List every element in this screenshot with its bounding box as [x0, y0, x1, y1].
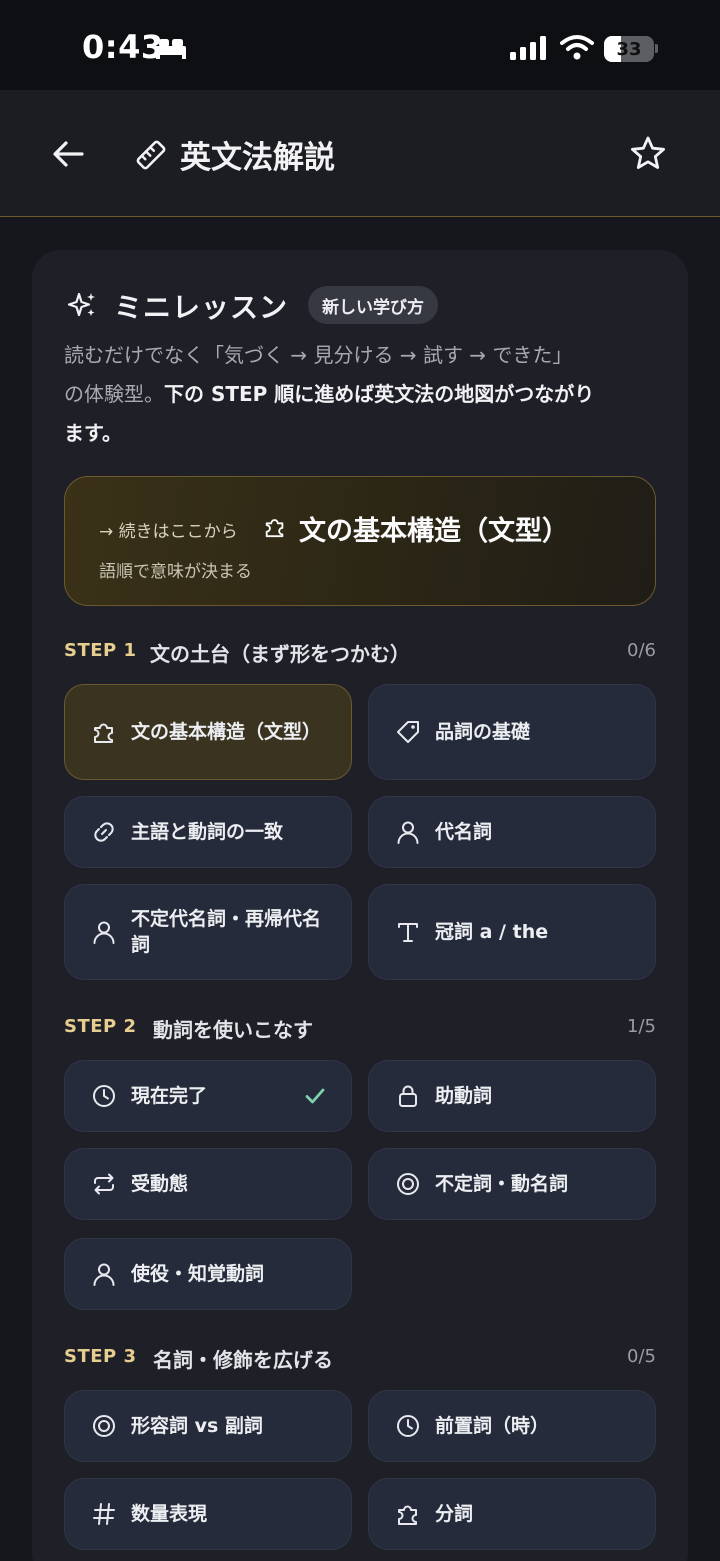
status-bar: 0:43 33 [0, 0, 720, 90]
topic-label: 数量表現 [131, 1503, 208, 1525]
card-title: ミニレッスン [114, 291, 289, 324]
topic-infinitives-gerunds[interactable]: 不定詞・動名詞 [368, 1148, 656, 1220]
topic-subject-verb-agreement[interactable]: 主語と動詞の一致 [64, 796, 352, 868]
hash-icon [93, 1503, 115, 1525]
intro-line-3: ます。 [64, 414, 664, 453]
topic-indefinite-reflexive-pronouns[interactable]: 不定代名詞・再帰代名詞 [64, 884, 352, 980]
topic-label: 前置詞（時） [435, 1415, 550, 1437]
topic-label: 不定代名詞・再帰代名詞 [131, 908, 322, 956]
repeat-icon [94, 1173, 114, 1195]
intro-line-1: 読むだけでなく「気づく → 見分ける → 試す → できた」 [64, 343, 573, 367]
topic-parts-of-speech[interactable]: 品詞の基礎 [368, 684, 656, 780]
favorite-star-button[interactable] [628, 134, 668, 174]
topic-label: 冠詞 a / the [435, 921, 549, 943]
target-icon [93, 1415, 115, 1437]
lock-icon [399, 1085, 417, 1107]
new-learning-badge: 新しい学び方 [308, 286, 438, 324]
topic-label: 主語と動詞の一致 [131, 821, 284, 843]
continue-lead: → 続きはここから [99, 522, 238, 542]
topic-label: 現在完了 [131, 1085, 208, 1107]
person-icon [397, 821, 419, 844]
clock-icon [93, 1085, 115, 1107]
battery-percent: 33 [616, 38, 642, 60]
intro-text: 読むだけでなく「気づく → 見分ける → 試す → できた」 の体験型。下の S… [64, 336, 664, 453]
page-title: 英文法解説 [180, 140, 335, 176]
topic-adjective-vs-adverb[interactable]: 形容詞 vs 副詞 [64, 1390, 352, 1462]
app-header: 英文法解説 [0, 90, 720, 217]
step-title: 文の土台（まず形をつかむ） [150, 642, 410, 666]
topic-causative-perception-verbs[interactable]: 使役・知覚動詞 [64, 1238, 352, 1310]
topic-label: 不定詞・動名詞 [435, 1173, 569, 1195]
step-progress: 1/5 [627, 1016, 656, 1037]
intro-bold: 下の STEP 順に進めば英文法の地図がつながり [164, 382, 595, 406]
check-icon [305, 1088, 325, 1104]
link-icon [94, 822, 114, 842]
tag-icon [397, 721, 419, 743]
step-progress: 0/5 [627, 1346, 656, 1367]
topic-articles[interactable]: 冠詞 a / the [368, 884, 656, 980]
continue-subtitle: 語順で意味が決まる [99, 562, 252, 582]
topic-label: 代名詞 [435, 821, 493, 843]
topic-quantity-expressions[interactable]: 数量表現 [64, 1478, 352, 1550]
intro-plain: の体験型。 [64, 382, 164, 406]
signal-icon [510, 36, 546, 60]
topic-present-perfect[interactable]: 現在完了 [64, 1060, 352, 1132]
continue-lesson-card[interactable]: → 続きはここから 文の基本構造（文型） 語順で意味が決まる [64, 476, 656, 606]
step-3-header: STEP 3 名詞・修飾を広げる 0/5 [64, 1344, 656, 1374]
back-button[interactable] [48, 134, 88, 174]
mini-lesson-card: ミニレッスン 新しい学び方 読むだけでなく「気づく → 見分ける → 試す → … [32, 250, 688, 1561]
status-time: 0:43 [82, 28, 164, 66]
ruler-icon [136, 140, 166, 170]
topic-label: 文の基本構造（文型） [131, 721, 322, 743]
step-2-header: STEP 2 動詞を使いこなす 1/5 [64, 1014, 656, 1044]
topic-modal-verbs[interactable]: 助動詞 [368, 1060, 656, 1132]
topic-participles[interactable]: 分詞 [368, 1478, 656, 1550]
target-icon [397, 1173, 419, 1195]
battery-tip [655, 44, 658, 53]
clock-icon [397, 1415, 419, 1437]
topic-sentence-structure[interactable]: 文の基本構造（文型） [64, 684, 352, 780]
puzzle-icon [398, 1505, 417, 1525]
topic-passive-voice[interactable]: 受動態 [64, 1148, 352, 1220]
type-icon [398, 923, 418, 942]
topic-pronouns[interactable]: 代名詞 [368, 796, 656, 868]
puzzle-icon [265, 519, 284, 538]
topic-prepositions-time[interactable]: 前置詞（時） [368, 1390, 656, 1462]
continue-title: 文の基本構造（文型） [299, 516, 569, 547]
sparkle-icon [68, 292, 95, 317]
intro-bold-end: ます。 [64, 421, 122, 445]
step-1-header: STEP 1 文の土台（まず形をつかむ） 0/6 [64, 638, 656, 668]
person-icon [93, 1263, 115, 1286]
step-label: STEP 3 [64, 1346, 137, 1367]
topic-label: 品詞の基礎 [435, 721, 531, 743]
topic-label: 形容詞 vs 副詞 [131, 1415, 263, 1437]
topic-label: 使役・知覚動詞 [131, 1263, 265, 1285]
step-label: STEP 2 [64, 1016, 137, 1037]
wifi-icon [560, 35, 594, 60]
puzzle-icon [94, 723, 113, 743]
intro-line-2: の体験型。下の STEP 順に進めば英文法の地図がつながり [64, 375, 664, 414]
person-icon [93, 921, 115, 944]
battery-indicator: 33 [604, 36, 654, 62]
bed-icon [156, 39, 186, 59]
step-title: 動詞を使いこなす [153, 1018, 313, 1042]
step-label: STEP 1 [64, 640, 137, 661]
topic-label: 分詞 [435, 1503, 474, 1525]
step-progress: 0/6 [627, 640, 656, 661]
topic-label: 助動詞 [435, 1085, 493, 1107]
step-title: 名詞・修飾を広げる [153, 1348, 333, 1372]
topic-label: 受動態 [131, 1173, 189, 1195]
